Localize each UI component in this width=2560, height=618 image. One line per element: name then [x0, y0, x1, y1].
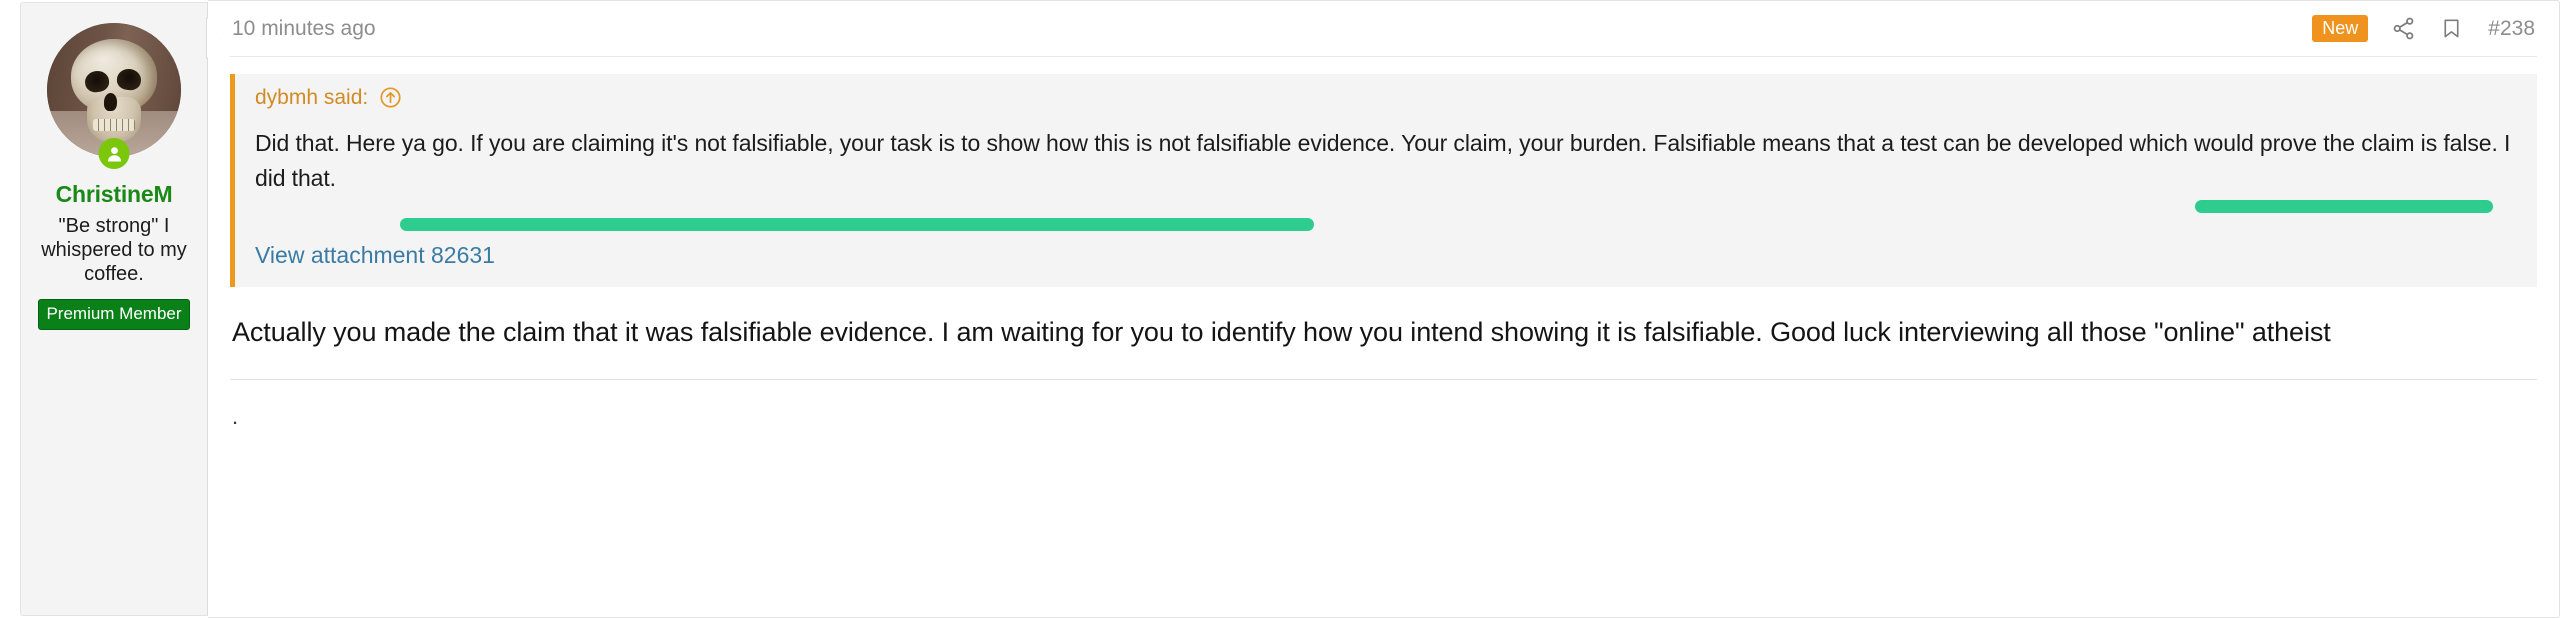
speech-notch — [207, 18, 221, 58]
status-badge-new: New — [2312, 15, 2369, 42]
post-divider — [230, 379, 2537, 381]
avatar-wrapper[interactable] — [47, 23, 181, 169]
post-signature: . — [232, 404, 239, 430]
redaction-row-top — [255, 196, 2515, 216]
avatar-image-skull-teeth — [93, 119, 135, 131]
quote-text: Did that. Here ya go. If you are claimin… — [255, 130, 2511, 191]
post-author-username[interactable]: ChristineM — [21, 181, 207, 209]
post-sidebar-container: ChristineM "Be strong" I whispered to my… — [0, 0, 221, 618]
avatar[interactable] — [47, 23, 181, 157]
share-icon[interactable] — [2390, 16, 2416, 42]
quote-author-label: dybmh said: — [255, 86, 369, 109]
avatar-image-skull-nose — [103, 92, 118, 112]
post-author-title: "Be strong" I whispered to my coffee. — [41, 214, 187, 286]
member-rank-badge: Premium Member — [38, 298, 190, 331]
post-main-content: 10 minutes ago New #238 dybmh said: Did … — [208, 0, 2560, 618]
circle-arrow-up-icon[interactable] — [379, 86, 402, 109]
post-message-text: Actually you made the claim that it was … — [232, 316, 2331, 347]
quote-header[interactable]: dybmh said: — [235, 74, 2537, 120]
redaction-row-bottom — [255, 216, 2515, 236]
redaction-bar — [400, 217, 1314, 231]
quote-block: dybmh said: Did that. Here ya go. If you… — [230, 74, 2537, 287]
bookmark-icon[interactable] — [2438, 16, 2464, 42]
post-header-bar: 10 minutes ago New #238 — [230, 1, 2537, 57]
forum-post: ChristineM "Be strong" I whispered to my… — [0, 0, 2560, 618]
view-attachment-link[interactable]: View attachment 82631 — [255, 241, 495, 271]
post-header-actions: New #238 — [2312, 15, 2535, 42]
post-number[interactable]: #238 — [2488, 18, 2535, 39]
user-online-icon — [98, 138, 130, 169]
quote-body: Did that. Here ya go. If you are claimin… — [235, 120, 2537, 287]
post-user-sidebar: ChristineM "Be strong" I whispered to my… — [20, 2, 208, 616]
redaction-bar — [2195, 199, 2493, 213]
post-timestamp[interactable]: 10 minutes ago — [232, 18, 376, 39]
